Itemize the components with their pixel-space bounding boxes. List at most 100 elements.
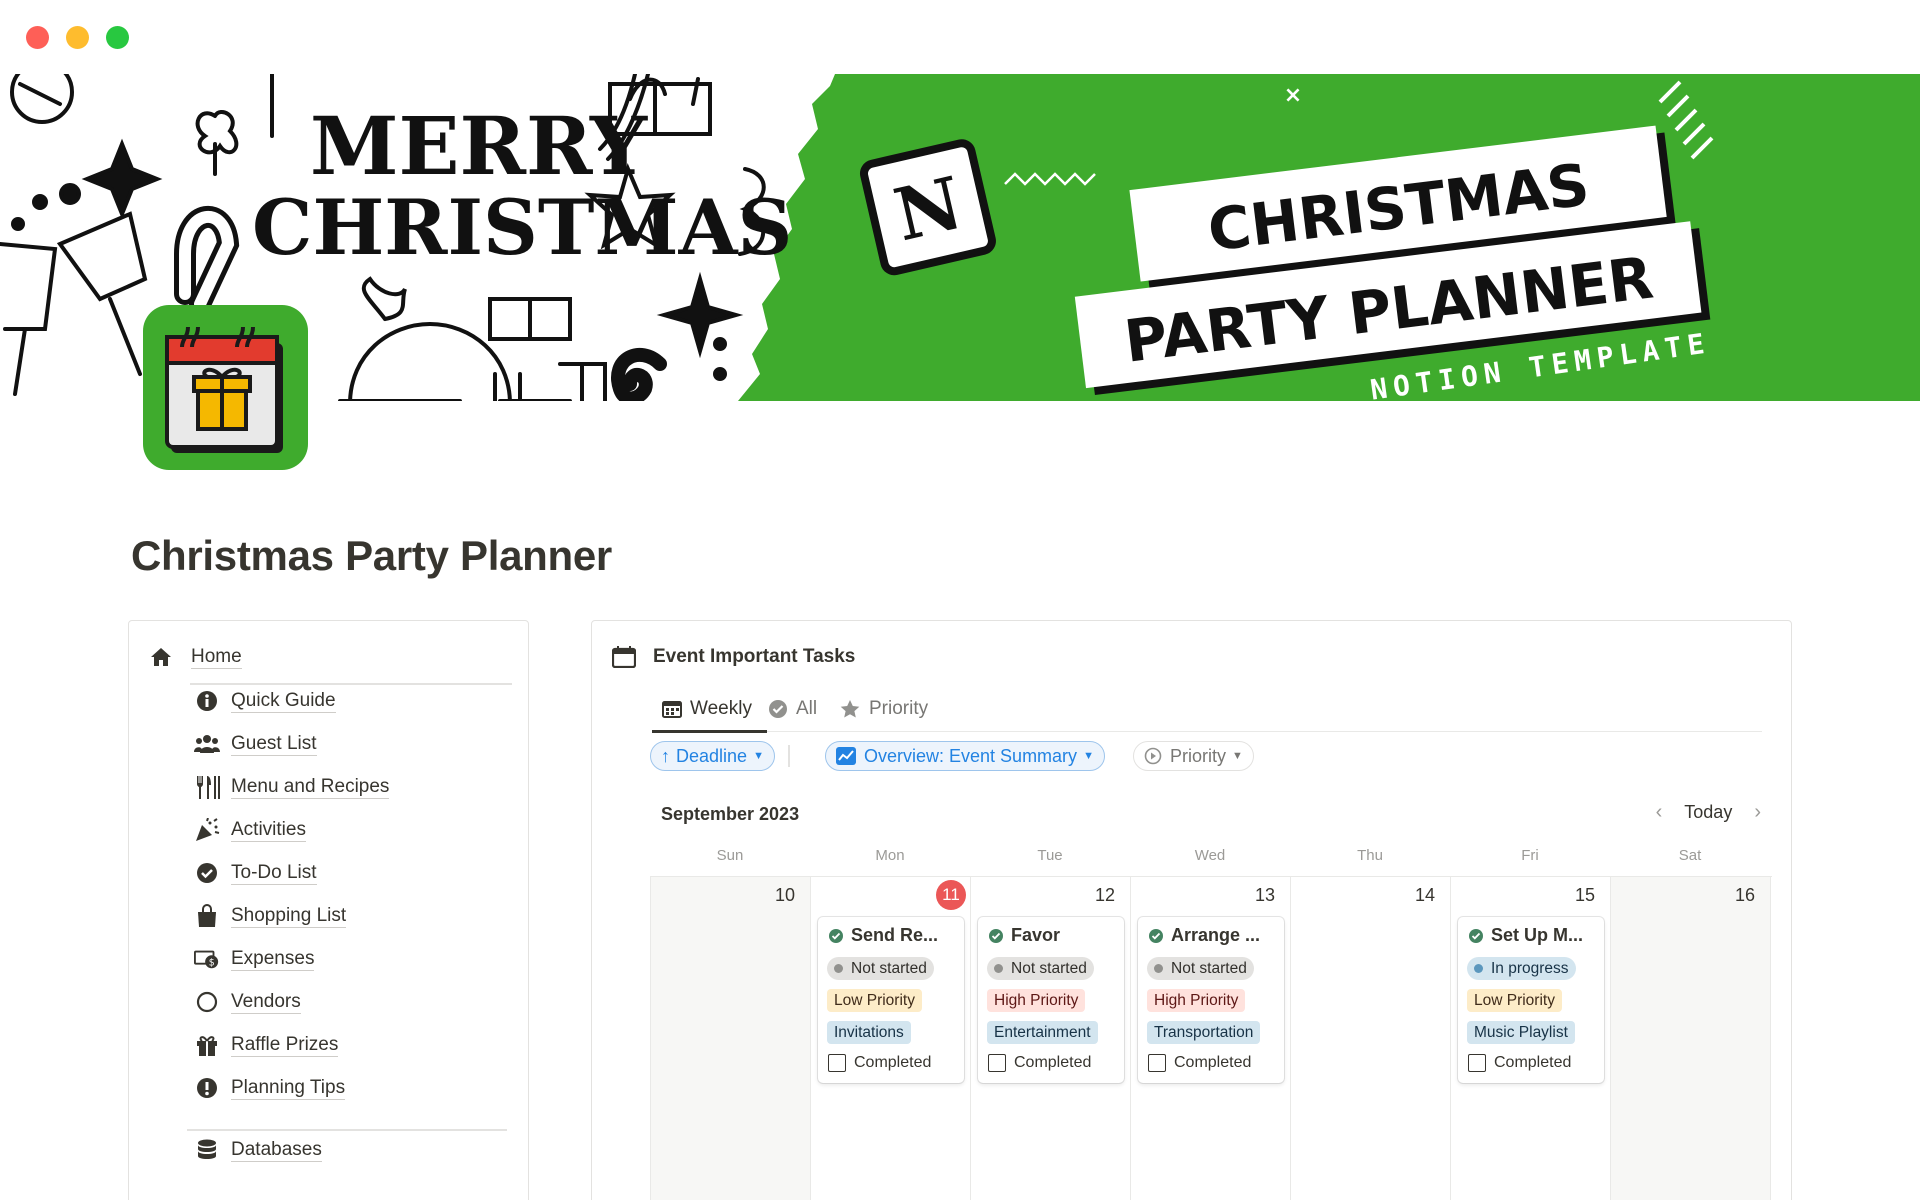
view-filter-label: Overview: Event Summary bbox=[864, 745, 1078, 766]
nav-item-label: Activities bbox=[231, 818, 306, 842]
category-tag: Transportation bbox=[1147, 1021, 1261, 1044]
today-date-badge: 11 bbox=[936, 880, 966, 910]
gift-icon bbox=[197, 1036, 217, 1056]
nav-item-activities[interactable]: Activities bbox=[194, 815, 306, 845]
tab-label: Weekly bbox=[690, 698, 752, 719]
weekday-label-wed: Wed bbox=[1194, 847, 1226, 864]
chevron-left-icon[interactable]: ‹ bbox=[1656, 801, 1663, 824]
day-number: 14 bbox=[1414, 885, 1435, 905]
nav-item-label: Databases bbox=[231, 1138, 322, 1162]
status-tag: Not started bbox=[827, 957, 934, 980]
task-title: Favor bbox=[988, 925, 1060, 946]
sort-label: Deadline bbox=[676, 745, 748, 766]
money-icon: $ bbox=[194, 950, 219, 969]
nav-item-expenses[interactable]: $ Expenses bbox=[194, 944, 315, 974]
task-title: Set Up M... bbox=[1468, 925, 1583, 946]
nav-item-shopping-list[interactable]: Shopping List bbox=[194, 901, 347, 931]
day-cell-11[interactable]: 11 Send Re... Not started Low Priority Invit… bbox=[811, 877, 971, 1200]
completed-checkbox[interactable] bbox=[988, 1054, 1006, 1072]
tab-weekly[interactable]: Weekly bbox=[662, 686, 752, 732]
nav-divider bbox=[187, 1129, 507, 1131]
task-title: Arrange ... bbox=[1148, 925, 1260, 946]
nav-item-databases[interactable]: Databases bbox=[194, 1135, 322, 1165]
nav-home-link[interactable]: Home bbox=[149, 645, 242, 669]
status-text: Not started bbox=[1011, 959, 1087, 977]
completed-checkbox-row[interactable]: Completed bbox=[988, 1054, 1091, 1072]
sort-deadline-pill[interactable]: ↑ Deadline ▼ bbox=[650, 741, 775, 771]
check-circle-icon bbox=[1468, 928, 1484, 944]
today-button[interactable]: Today bbox=[1684, 802, 1732, 823]
nav-item-planning-tips[interactable]: Planning Tips bbox=[194, 1073, 346, 1103]
weekday-label-tue: Tue bbox=[1037, 847, 1063, 864]
merry-text: MERRY bbox=[310, 99, 648, 193]
tab-all[interactable]: All bbox=[768, 686, 817, 732]
completed-checkbox[interactable] bbox=[828, 1054, 846, 1072]
task-card[interactable]: Favor Not started High Priority Entertainme… bbox=[978, 917, 1124, 1083]
completed-checkbox-row[interactable]: Completed bbox=[828, 1054, 931, 1072]
status-text: In progress bbox=[1491, 959, 1569, 977]
task-card[interactable]: Arrange ... Not started High Priority Trans… bbox=[1138, 917, 1284, 1083]
chevron-right-icon[interactable]: › bbox=[1754, 801, 1761, 824]
nav-item-menu-and-recipes[interactable]: Menu and Recipes bbox=[194, 772, 390, 802]
info-icon bbox=[197, 691, 217, 711]
day-cell-16[interactable]: 16 bbox=[1611, 877, 1771, 1200]
minimize-window-button[interactable] bbox=[66, 26, 89, 49]
day-number: 15 bbox=[1574, 885, 1595, 905]
banner-close-mark: × bbox=[1284, 83, 1302, 108]
nav-item-quick-guide[interactable]: Quick Guide bbox=[194, 686, 336, 716]
exclamation-icon bbox=[197, 1078, 217, 1098]
nav-home-label: Home bbox=[191, 645, 242, 669]
completed-checkbox-row[interactable]: Completed bbox=[1148, 1054, 1251, 1072]
nav-item-to-do-list[interactable]: To-Do List bbox=[194, 858, 317, 888]
svg-text:$: $ bbox=[209, 958, 215, 969]
day-cell-13[interactable]: 13 Arrange ... Not started High Priority Tra… bbox=[1131, 877, 1291, 1200]
chevron-down-icon: ▼ bbox=[1083, 750, 1094, 762]
task-title-text: Arrange ... bbox=[1171, 925, 1261, 945]
completed-label: Completed bbox=[1014, 1054, 1092, 1071]
nav-divider bbox=[190, 683, 512, 685]
completed-checkbox-row[interactable]: Completed bbox=[1468, 1054, 1571, 1072]
day-cell-10[interactable]: 10 bbox=[651, 877, 811, 1200]
nav-item-label: Vendors bbox=[231, 990, 301, 1014]
nav-item-label: Shopping List bbox=[231, 904, 347, 928]
category-tag: Invitations bbox=[827, 1021, 911, 1044]
month-label: September 2023 bbox=[661, 804, 800, 824]
nav-item-vendors[interactable]: Vendors bbox=[194, 987, 301, 1017]
tab-priority[interactable]: Priority bbox=[839, 686, 928, 732]
day-cell-15[interactable]: 15 Set Up M... In progress Low Priority Musi… bbox=[1451, 877, 1611, 1200]
task-card[interactable]: Set Up M... In progress Low Priority Music … bbox=[1458, 917, 1604, 1083]
calendar-icon bbox=[612, 646, 636, 668]
nav-item-guest-list[interactable]: Guest List bbox=[194, 729, 317, 759]
completed-checkbox[interactable] bbox=[1468, 1054, 1486, 1072]
task-card[interactable]: Send Re... Not started Low Priority Invitat… bbox=[818, 917, 964, 1083]
task-title-text: Send Re... bbox=[851, 925, 939, 945]
day-cell-12[interactable]: 12 Favor Not started High Priority Entertain… bbox=[971, 877, 1131, 1200]
active-tab-indicator bbox=[652, 729, 767, 733]
completed-checkbox[interactable] bbox=[1148, 1054, 1166, 1072]
nav-item-label: Planning Tips bbox=[231, 1076, 346, 1100]
completed-label: Completed bbox=[1494, 1054, 1572, 1071]
day-number: 13 bbox=[1254, 885, 1275, 905]
status-text: Not started bbox=[851, 959, 927, 977]
weekday-label-mon: Mon bbox=[875, 847, 905, 864]
zoom-window-button[interactable] bbox=[106, 26, 129, 49]
check-circle-icon bbox=[828, 928, 844, 944]
calendar-card: Event Important Tasks Weekly All Priorit… bbox=[591, 620, 1792, 1200]
status-circle-icon bbox=[1144, 747, 1162, 765]
calendar-title: Event Important Tasks bbox=[653, 646, 856, 667]
close-window-button[interactable] bbox=[26, 26, 49, 49]
nav-item-raffle-prizes[interactable]: Raffle Prizes bbox=[194, 1030, 339, 1060]
category-tag: Entertainment bbox=[987, 1021, 1098, 1044]
page-icon[interactable] bbox=[143, 305, 308, 470]
tab-label: All bbox=[796, 698, 818, 719]
view-filter-pill[interactable]: Overview: Event Summary ▼ bbox=[825, 741, 1105, 771]
weekday-label-sat: Sat bbox=[1678, 847, 1702, 864]
page-title: Christmas Party Planner bbox=[131, 532, 612, 579]
check-circle-icon bbox=[197, 863, 217, 883]
day-cell-14[interactable]: 14 bbox=[1291, 877, 1451, 1200]
christmas-text: CHRISTMAS bbox=[252, 183, 792, 272]
nav-item-label: Expenses bbox=[231, 947, 315, 971]
task-title-text: Favor bbox=[1011, 925, 1061, 945]
chevron-down-icon: ▼ bbox=[1232, 750, 1243, 762]
priority-filter-pill[interactable]: Priority ▼ bbox=[1133, 741, 1254, 771]
